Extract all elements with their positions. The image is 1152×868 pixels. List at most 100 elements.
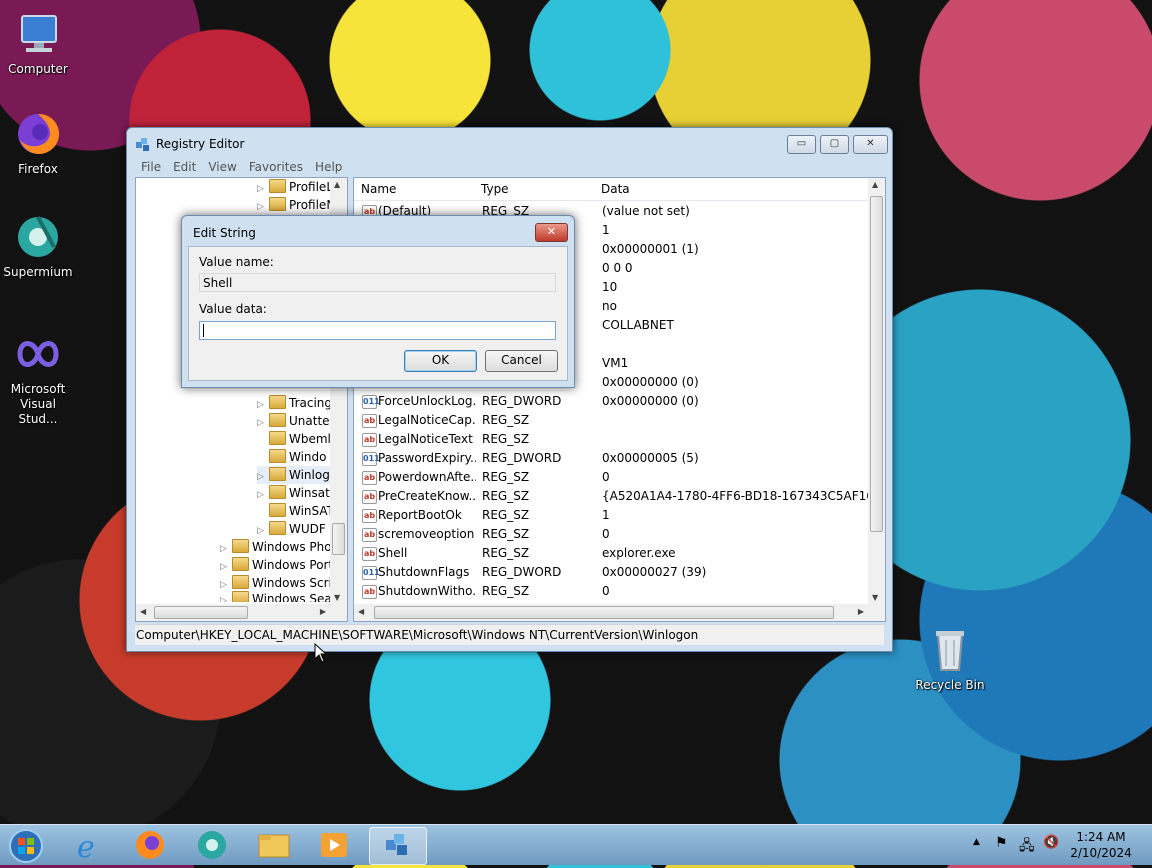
dialog-close-button[interactable]: ✕ [535,223,568,242]
scrollbar-thumb[interactable] [374,606,834,619]
desktop-icon-label: Supermium [3,265,73,279]
desktop-icon-computer[interactable]: Computer [0,10,76,77]
ok-button[interactable]: OK [404,350,477,372]
value-name: Shell [378,546,408,560]
desktop-icon-supermium[interactable]: Supermium [0,213,76,280]
value-data: {A520A1A4-1780-4FF6-BD18-167343C5AF16} [602,489,882,503]
scrollbar-thumb[interactable] [154,606,248,619]
title-bar[interactable]: Registry Editor ▭ ▢ ✕ [127,128,892,158]
registry-value-row[interactable]: ab ShutdownWitho... REG_SZ 0 [354,582,868,601]
tree-item[interactable]: Wbeml [257,430,331,448]
supermium-icon [14,213,62,261]
scrollbar-thumb[interactable] [870,196,883,532]
tree-item[interactable]: ▷ Windows Port [220,556,333,574]
tree-item-label: Unatter [289,414,335,428]
registry-value-row[interactable]: 011 PasswordExpiry... REG_DWORD 0x00000005 … [354,449,868,468]
scrollbar-thumb[interactable] [332,523,345,555]
scroll-up-icon[interactable]: ▲ [334,180,340,189]
scroll-right-icon[interactable]: ▶ [320,607,326,616]
value-data: explorer.exe [602,546,676,560]
value-data: 0x00000000 (0) [602,394,699,408]
scroll-down-icon[interactable]: ▼ [872,593,878,602]
value-name: scremoveoption [378,527,475,541]
tree-item[interactable]: Windo [257,448,327,466]
registry-value-row[interactable]: 011 ForceUnlockLog... REG_DWORD 0x00000000 … [354,392,868,411]
scroll-left-icon[interactable]: ◀ [358,607,364,616]
scroll-left-icon[interactable]: ◀ [140,607,146,616]
list-horizontal-scrollbar[interactable]: ◀ ▶ [354,604,885,621]
tree-horizontal-scrollbar[interactable]: ◀ ▶ [136,604,347,621]
desktop-icon-visual-studio[interactable]: Microsoft Visual Stud... [0,330,76,427]
maximize-button[interactable]: ▢ [820,135,849,154]
volume-muted-icon[interactable]: 🔇 [1043,835,1059,850]
taskbar-registry-editor[interactable] [369,827,427,865]
taskbar-supermium[interactable] [184,827,240,863]
taskbar: e ▲ ⚑ 🖧 🔇 1:24 AM 2/10/2024 [0,824,1152,865]
tree-item-selected[interactable]: ▷ Winlog [257,466,330,484]
tree-item[interactable]: ▷ Unatter [257,412,334,430]
column-data[interactable]: Data [601,182,630,196]
system-clock[interactable]: 1:24 AM 2/10/2024 [1070,829,1132,861]
action-center-flag-icon[interactable]: ⚑ [995,835,1008,851]
expand-icon[interactable]: ▷ [220,592,229,602]
value-data: 0 [602,470,610,484]
cancel-button[interactable]: Cancel [485,350,558,372]
media-player-icon [321,833,347,857]
tree-item[interactable]: ▷ ProfileN [257,196,335,214]
value-type: REG_DWORD [482,394,562,408]
menu-edit[interactable]: Edit [167,158,202,176]
tree-item[interactable]: ▷ Windows Phot [220,538,336,556]
scroll-up-icon[interactable]: ▲ [872,180,878,189]
expand-icon[interactable]: ▷ [257,198,266,216]
menu-view[interactable]: View [202,158,242,176]
minimize-button[interactable]: ▭ [787,135,816,154]
dialog-title: Edit String [193,226,256,240]
column-type[interactable]: Type [481,182,509,196]
scroll-right-icon[interactable]: ▶ [858,607,864,616]
taskbar-firefox[interactable] [122,827,178,863]
registry-value-row[interactable]: ab ReportBootOk REG_SZ 1 [354,506,868,525]
network-icon[interactable]: 🖧 [1019,835,1035,859]
show-hidden-icons-icon[interactable]: ▲ [973,837,980,847]
tree-item[interactable]: WinSAT [257,502,334,520]
registry-value-row[interactable]: ab PreCreateKnow... REG_SZ {A520A1A4-1780-4… [354,487,882,506]
value-type: REG_SZ [482,527,530,541]
folder-icon [269,449,286,463]
window-title: Registry Editor [156,137,245,151]
computer-icon [14,10,62,58]
value-type: REG_SZ [482,489,530,503]
string-value-icon: ab [362,433,377,447]
value-data-input[interactable] [199,321,556,340]
registry-value-row[interactable]: ab PowerdownAfte... REG_SZ 0 [354,468,868,487]
menu-favorites[interactable]: Favorites [243,158,309,176]
taskbar-file-explorer[interactable] [246,827,302,863]
registry-value-row[interactable]: 011 ShutdownFlags REG_DWORD 0x00000027 (39) [354,563,868,582]
menu-help[interactable]: Help [309,158,348,176]
tree-item[interactable]: ▷ Tracing [257,394,332,412]
registry-value-row[interactable]: ab Shell REG_SZ explorer.exe [354,544,868,563]
firefox-icon [14,110,62,158]
registry-value-row[interactable]: ab scremoveoption REG_SZ 0 [354,525,868,544]
close-button[interactable]: ✕ [853,135,888,154]
taskbar-internet-explorer[interactable]: e [62,827,118,865]
tree-item[interactable]: ▷ Winsat [257,484,330,502]
list-vertical-scrollbar[interactable]: ▲ ▼ [868,178,885,604]
desktop-icon-recycle-bin[interactable]: Recycle Bin [912,626,988,693]
scroll-down-icon[interactable]: ▼ [334,593,340,602]
taskbar-media-player[interactable] [307,827,363,863]
value-type: REG_DWORD [482,451,562,465]
start-button[interactable] [0,827,50,863]
value-name: PreCreateKnow... [378,489,476,503]
registry-value-row[interactable]: ab LegalNoticeCap... REG_SZ [354,411,868,430]
menu-file[interactable]: File [135,158,167,176]
desktop-icon-firefox[interactable]: Firefox [0,110,76,177]
string-value-icon: ab [362,414,377,428]
folder-icon [269,467,286,481]
tree-item[interactable]: ▷ WUDF [257,520,326,538]
tree-item[interactable]: ▷ ProfileL [257,178,333,196]
mouse-cursor-icon [314,643,326,663]
registry-value-row[interactable]: ab LegalNoticeText REG_SZ [354,430,868,449]
desktop-icon-label: Microsoft Visual Stud... [10,382,66,426]
tree-item[interactable]: ▷ Windows Sear [220,590,337,602]
column-name[interactable]: Name [361,182,396,196]
